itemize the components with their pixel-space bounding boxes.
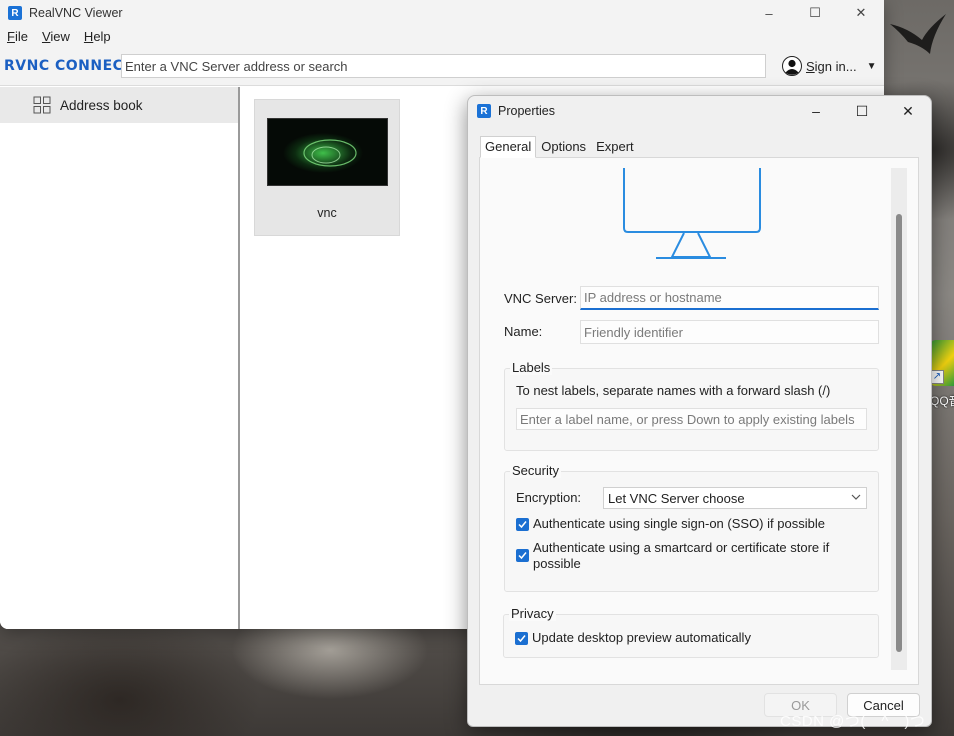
sidebar-item-label: Address book	[60, 97, 143, 113]
panel-scrollbar[interactable]	[891, 168, 907, 670]
desktop-preview-thumbnail	[267, 118, 388, 186]
dialog-minimize-button[interactable]: –	[793, 96, 839, 126]
dialog-close-button[interactable]: ✕	[885, 96, 931, 126]
connection-tile[interactable]: vnc	[254, 99, 400, 236]
nvidia-eye-logo-icon	[303, 139, 357, 167]
user-avatar-icon	[782, 56, 802, 76]
csdn-watermark: CSDN @つ(￣^￣)つ	[780, 713, 926, 730]
security-groupbox: Security Encryption: Let VNC Server choo…	[504, 463, 879, 592]
tab-expert[interactable]: Expert	[591, 136, 639, 158]
window-controls: – ☐ ✕	[746, 0, 884, 26]
labels-note: To nest labels, separate names with a fo…	[516, 383, 831, 398]
privacy-group-title: Privacy	[509, 606, 556, 621]
privacy-groupbox: Privacy Update desktop preview automatic…	[503, 606, 879, 658]
window-title: RealVNC Viewer	[29, 6, 123, 20]
dialog-title: Properties	[498, 104, 555, 118]
chevron-down-icon	[851, 494, 861, 500]
dialog-window-controls: – ☐ ✕	[793, 96, 931, 126]
tile-label: vnc	[317, 206, 337, 220]
checkmark-icon	[518, 521, 527, 529]
vnc-server-label: VNC Server:	[504, 291, 577, 306]
menu-view-label: iew	[50, 28, 70, 44]
menu-help[interactable]: Help	[84, 29, 111, 44]
minimize-button[interactable]: –	[746, 0, 792, 26]
sign-in-accelerator: S	[806, 58, 815, 74]
preview-checkbox-row[interactable]: Update desktop preview automatically	[515, 630, 751, 646]
menu-file[interactable]: File	[7, 29, 28, 44]
menu-file-label: ile	[14, 28, 28, 44]
main-titlebar[interactable]: R RealVNC Viewer – ☐ ✕	[0, 0, 884, 26]
name-input[interactable]	[580, 320, 879, 344]
toolbar: RVNC CONNECT Sign in... ▼	[0, 46, 884, 86]
close-button[interactable]: ✕	[838, 0, 884, 26]
caret-down-icon: ▼	[866, 60, 877, 72]
menu-help-accelerator: H	[83, 28, 94, 44]
scrollbar-thumb[interactable]	[896, 214, 902, 652]
vnc-server-input[interactable]	[580, 286, 879, 310]
sso-checkbox-row[interactable]: Authenticate using single sign-on (SSO) …	[516, 516, 825, 532]
dialog-titlebar[interactable]: R Properties – ☐ ✕	[468, 96, 931, 126]
encryption-select[interactable]: Let VNC Server choose	[603, 487, 867, 509]
sso-checkbox[interactable]	[516, 518, 529, 531]
monitor-icon	[623, 168, 761, 259]
menu-view[interactable]: View	[42, 29, 70, 44]
sign-in-label: Sign in...	[806, 59, 857, 74]
checkmark-icon	[517, 635, 526, 643]
maximize-button[interactable]: ☐	[792, 0, 838, 26]
sidebar: Address book	[0, 87, 240, 629]
sign-in-button[interactable]: Sign in... ▼	[782, 56, 877, 76]
name-label: Name:	[504, 324, 543, 339]
qq-app-label[interactable]: QQ音	[930, 392, 954, 409]
smartcard-checkbox-row[interactable]: Authenticate using a smartcard or certif…	[516, 540, 856, 572]
menubar: File View Help	[0, 26, 884, 46]
labels-groupbox: Labels To nest labels, separate names wi…	[504, 360, 879, 451]
sso-checkbox-label: Authenticate using single sign-on (SSO) …	[533, 516, 825, 531]
smartcard-checkbox[interactable]	[516, 549, 529, 562]
sign-in-text: ign in...	[814, 58, 857, 74]
bird-silhouette	[890, 14, 946, 54]
tab-general[interactable]: General	[480, 136, 537, 158]
search-input[interactable]	[121, 54, 766, 78]
realvnc-app-icon: R	[8, 6, 22, 20]
preview-checkbox-label: Update desktop preview automatically	[532, 630, 751, 645]
security-group-title: Security	[510, 463, 561, 478]
tab-options[interactable]: Options	[536, 136, 591, 158]
shortcut-arrow-icon: ↗	[930, 370, 944, 384]
label-input[interactable]	[516, 408, 867, 430]
encryption-label: Encryption:	[516, 490, 582, 505]
encryption-selected-value: Let VNC Server choose	[608, 490, 745, 506]
menu-help-label: elp	[93, 28, 111, 44]
grid-icon	[33, 96, 51, 114]
sidebar-item-address-book[interactable]: Address book	[0, 87, 238, 123]
menu-file-accelerator: F	[7, 28, 15, 44]
labels-group-title: Labels	[510, 360, 553, 375]
dialog-tabs: General Options Expert	[480, 136, 639, 158]
smartcard-checkbox-label: Authenticate using a smartcard or certif…	[533, 540, 830, 571]
realvnc-connect-logo: RVNC CONNECT	[4, 57, 134, 74]
checkmark-icon	[518, 552, 527, 560]
preview-checkbox[interactable]	[515, 632, 528, 645]
dialog-maximize-button[interactable]: ☐	[839, 96, 885, 126]
realvnc-app-icon: R	[477, 104, 491, 118]
